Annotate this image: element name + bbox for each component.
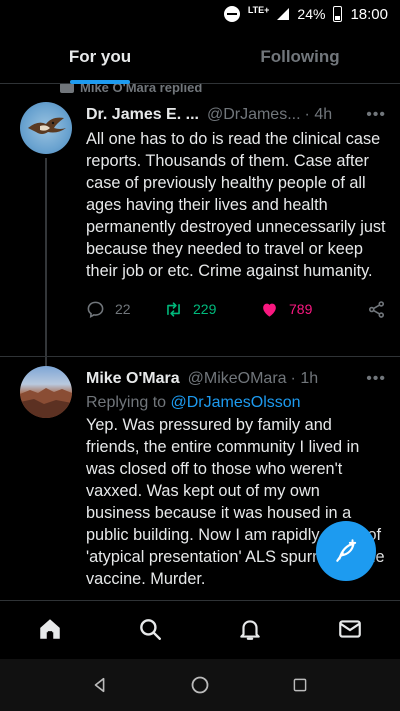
replying-to-mention[interactable]: @DrJamesOlsson	[171, 394, 301, 411]
battery-percent: 24%	[297, 6, 326, 22]
more-options-icon[interactable]: •••	[366, 370, 386, 388]
share-icon	[368, 300, 385, 318]
search-icon	[140, 618, 161, 640]
author-handle[interactable]: @MikeOMara	[188, 370, 287, 388]
bell-icon	[240, 619, 260, 640]
heart-icon	[263, 303, 276, 317]
tweet-text: All one has to do is read the clinical c…	[86, 130, 391, 280]
bottom-navigation	[0, 600, 400, 656]
nav-home[interactable]	[20, 601, 80, 657]
tweet-time: · 4h	[304, 106, 333, 123]
home-icon	[40, 618, 60, 639]
like-count: 789	[289, 301, 313, 317]
tab-following[interactable]: Following	[200, 30, 400, 83]
system-navigation	[0, 659, 400, 711]
compose-button[interactable]	[316, 521, 376, 581]
network-type: LTE+	[247, 5, 270, 15]
tab-label: For you	[68, 46, 132, 66]
reply-button[interactable]: 22	[86, 300, 164, 319]
timeline-tabs: For you Following	[0, 30, 400, 84]
canyon-avatar-image	[20, 388, 72, 418]
more-options-icon[interactable]: •••	[366, 106, 386, 124]
replying-to-prefix: Replying to	[86, 394, 167, 411]
battery-icon	[333, 6, 343, 22]
reply-context-icon	[60, 84, 74, 93]
avatar[interactable]	[20, 102, 72, 154]
do-not-disturb-icon	[223, 6, 240, 22]
status-bar: LTE+ 24% 18:00	[0, 0, 400, 28]
recents-icon	[293, 678, 307, 692]
tab-label: Following	[260, 46, 340, 66]
reply-icon	[87, 301, 104, 318]
author-handle[interactable]: @DrJames...	[207, 106, 301, 124]
author-name[interactable]: Mike O'Mara	[86, 370, 180, 388]
signal-icon	[277, 8, 290, 20]
back-icon	[94, 677, 105, 693]
share-button[interactable]	[367, 300, 386, 319]
nav-notifications[interactable]	[220, 601, 280, 657]
tweet-time: · 1h	[290, 370, 319, 387]
status-time: 18:00	[350, 5, 388, 23]
tweet-header: Dr. James E. ... @DrJames... · 4h •••	[86, 104, 386, 126]
nav-messages[interactable]	[320, 601, 380, 657]
author-name[interactable]: Dr. James E. ...	[86, 106, 199, 124]
reply-context: Mike O'Mara replied	[60, 84, 202, 95]
compose-feather-icon	[336, 539, 357, 562]
thread-line	[45, 158, 47, 394]
reply-context-label: Mike O'Mara replied	[80, 84, 203, 95]
hawk-avatar-image	[28, 117, 66, 134]
system-recents-button[interactable]	[280, 665, 320, 705]
retweet-button[interactable]: 229	[164, 300, 260, 319]
tweet-body: Dr. James E. ... @DrJames... · 4h ••• Al…	[86, 104, 386, 320]
retweet-count: 229	[193, 301, 217, 317]
system-back-button[interactable]	[80, 665, 120, 705]
home-circle-icon	[191, 676, 209, 694]
reply-count: 22	[115, 301, 131, 317]
retweet-icon	[167, 301, 180, 317]
system-home-button[interactable]	[180, 665, 220, 705]
tweet-header: Mike O'Mara @MikeOMara · 1h •••	[86, 368, 386, 390]
tab-for-you[interactable]: For you	[0, 30, 200, 84]
tweet-divider	[0, 356, 400, 357]
nav-search[interactable]	[120, 601, 180, 657]
avatar[interactable]	[20, 366, 72, 418]
tweet-actions: 22 229 789	[86, 298, 386, 320]
replying-to: Replying to @DrJamesOlsson	[86, 394, 386, 412]
like-button[interactable]: 789	[260, 300, 350, 319]
mail-icon	[339, 619, 361, 638]
